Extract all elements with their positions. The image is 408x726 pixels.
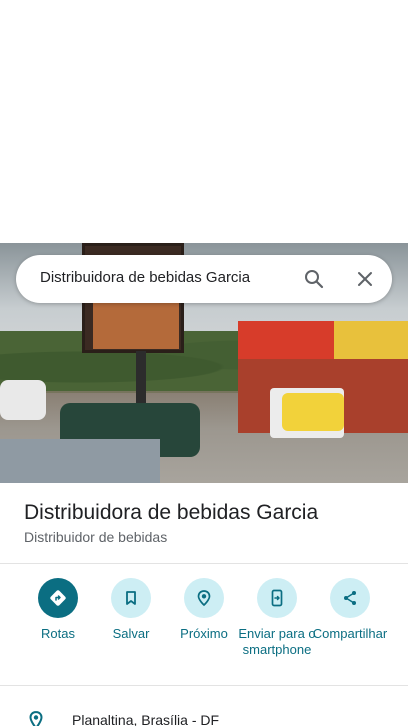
nearby-icon[interactable] [184,578,224,618]
share-icon[interactable] [330,578,370,618]
save-label: Salvar [112,626,150,641]
photo-truck-cab [282,393,344,431]
search-icon[interactable] [302,267,326,291]
directions-label: Rotas [41,626,75,641]
share-label: Compartilhar [312,626,388,641]
directions-button[interactable]: Rotas [18,578,98,642]
photo-store-sign-yellow [334,321,408,359]
share-button[interactable]: Compartilhar [310,578,390,642]
address-text: Planaltina, Brasília - DF [72,712,220,726]
nearby-button[interactable]: Próximo [164,578,244,642]
search-query-text[interactable]: Distribuidora de bebidas Garcia [40,269,250,286]
divider [0,563,408,564]
map-area[interactable] [0,0,408,243]
send-to-phone-label: Enviar para o smartphone [238,626,316,657]
photo-store-sign-red [238,321,334,359]
nearby-label: Próximo [180,626,228,641]
place-category[interactable]: Distribuidor de bebidas [24,529,167,545]
search-bar[interactable]: Distribuidora de bebidas Garcia [16,255,392,303]
photo-billboard-panel [93,301,179,349]
location-pin-icon [26,710,46,726]
place-title: Distribuidora de bebidas Garcia [24,501,319,524]
action-bar: Rotas Salvar Próximo Enviar para o smart… [0,578,408,678]
send-to-phone-icon[interactable] [257,578,297,618]
photo-metal-box [0,439,160,483]
divider [0,685,408,686]
send-to-phone-button[interactable]: Enviar para o smartphone [237,578,317,658]
address-row[interactable]: Planaltina, Brasília - DF [0,700,408,726]
photo-white-car [0,380,46,420]
bookmark-icon[interactable] [111,578,151,618]
save-button[interactable]: Salvar [91,578,171,642]
close-icon[interactable] [353,267,377,291]
directions-icon[interactable] [38,578,78,618]
